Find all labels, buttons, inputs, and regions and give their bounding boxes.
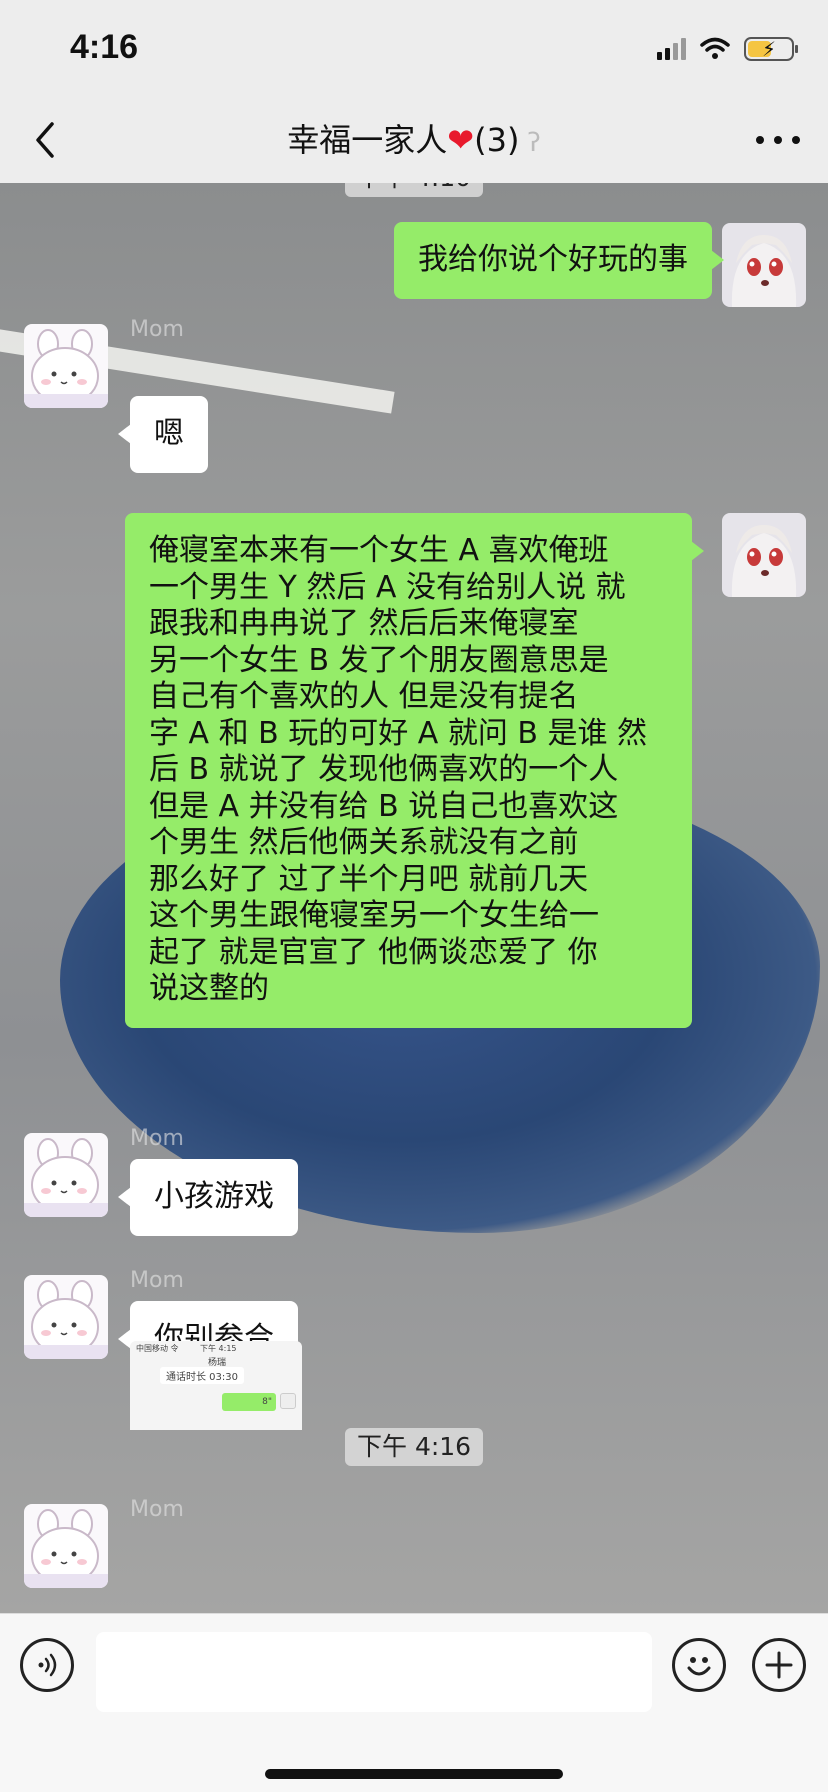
battery-icon: ⚡ (744, 37, 798, 61)
image-message[interactable]: 中国移动 令 下午 4:15 杨瑞 通话时长 03:30 8" (130, 1341, 302, 1430)
mom-message[interactable]: 嗯 (118, 396, 208, 473)
home-indicator (265, 1769, 563, 1779)
preview-time: 下午 4:15 (200, 1344, 237, 1353)
preview-call: 通话时长 03:30 (160, 1367, 244, 1384)
group-name: 幸福一家人 (287, 121, 448, 159)
my-avatar[interactable] (722, 223, 806, 307)
message-line: 起了 就是官宣了 他俩谈恋爱了 你 (149, 934, 598, 970)
more-dots-icon[interactable] (756, 126, 800, 154)
preview-avatar (280, 1393, 296, 1409)
message-line: 跟我和冉冉说了 然后后来俺寝室 (149, 606, 579, 641)
message-line: 俺寝室本来有一个女生 A 喜欢俺班 (149, 533, 609, 568)
message-line: 个男生 然后他俩关系就没有之前 (149, 825, 579, 860)
input-bar (0, 1613, 828, 1792)
message-input[interactable] (96, 1632, 652, 1712)
wifi-icon (700, 37, 730, 59)
preview-voice-bubble: 8" (222, 1393, 276, 1411)
sender-name: Mom (130, 1497, 184, 1522)
emoji-icon[interactable] (672, 1638, 726, 1692)
ear-icon: ʔ (527, 128, 541, 158)
plus-icon[interactable] (752, 1638, 806, 1692)
my-message-long[interactable]: 俺寝室本来有一个女生 A 喜欢俺班 一个男生 Y 然后 A 没有给别人说 就 跟… (125, 513, 704, 1028)
message-line: 那么好了 过了半个月吧 就前几天 (149, 861, 589, 897)
mom-avatar[interactable] (24, 1275, 108, 1359)
voice-icon[interactable] (20, 1638, 74, 1692)
message-line: 但是 A 并没有给 B 说自己也喜欢这 (149, 788, 619, 824)
member-count: (3) (474, 121, 520, 159)
my-avatar[interactable] (722, 513, 806, 597)
mom-avatar[interactable] (24, 324, 108, 408)
chat-title: 幸福一家人❤(3) ʔ (0, 118, 828, 165)
mom-avatar[interactable] (24, 1504, 108, 1588)
message-line: 自己有个喜欢的人 但是没有提名 (149, 679, 579, 714)
signal-icon (657, 38, 686, 60)
sender-name: Mom (130, 317, 184, 342)
chat-area[interactable]: 下午 4:10 我给你说个好玩的事 Mom 嗯 (0, 183, 828, 1613)
sender-name: Mom (130, 1126, 184, 1151)
time-label: 下午 4:16 (345, 1428, 484, 1466)
time-label: 下午 4:10 (345, 183, 484, 197)
status-icons: ⚡ (657, 34, 798, 64)
message-line: 说这整的 (149, 971, 269, 1006)
preview-carrier: 中国移动 令 (136, 1344, 179, 1353)
top-bar: 4:16 ⚡ 幸福一家人❤(3) ʔ (0, 0, 828, 183)
message-line: 这个男生跟俺寝室另一个女生给一 (149, 898, 599, 933)
message-line: 后 B 就说了 发现他俩喜欢的一个人 (149, 752, 619, 787)
my-message[interactable]: 我给你说个好玩的事 (394, 222, 724, 299)
message-line: 一个男生 Y 然后 A 没有给别人说 就 (149, 569, 626, 605)
status-time: 4:16 (70, 28, 139, 66)
message-line: 字 A 和 B 玩的可好 A 就问 B 是谁 然 (149, 715, 648, 751)
sender-name: Mom (130, 1268, 184, 1293)
mom-avatar[interactable] (24, 1133, 108, 1217)
mom-message[interactable]: 小孩游戏 (118, 1159, 298, 1236)
message-line: 另一个女生 B 发了个朋友圈意思是 (149, 642, 609, 678)
heart-icon: ❤ (447, 121, 475, 159)
